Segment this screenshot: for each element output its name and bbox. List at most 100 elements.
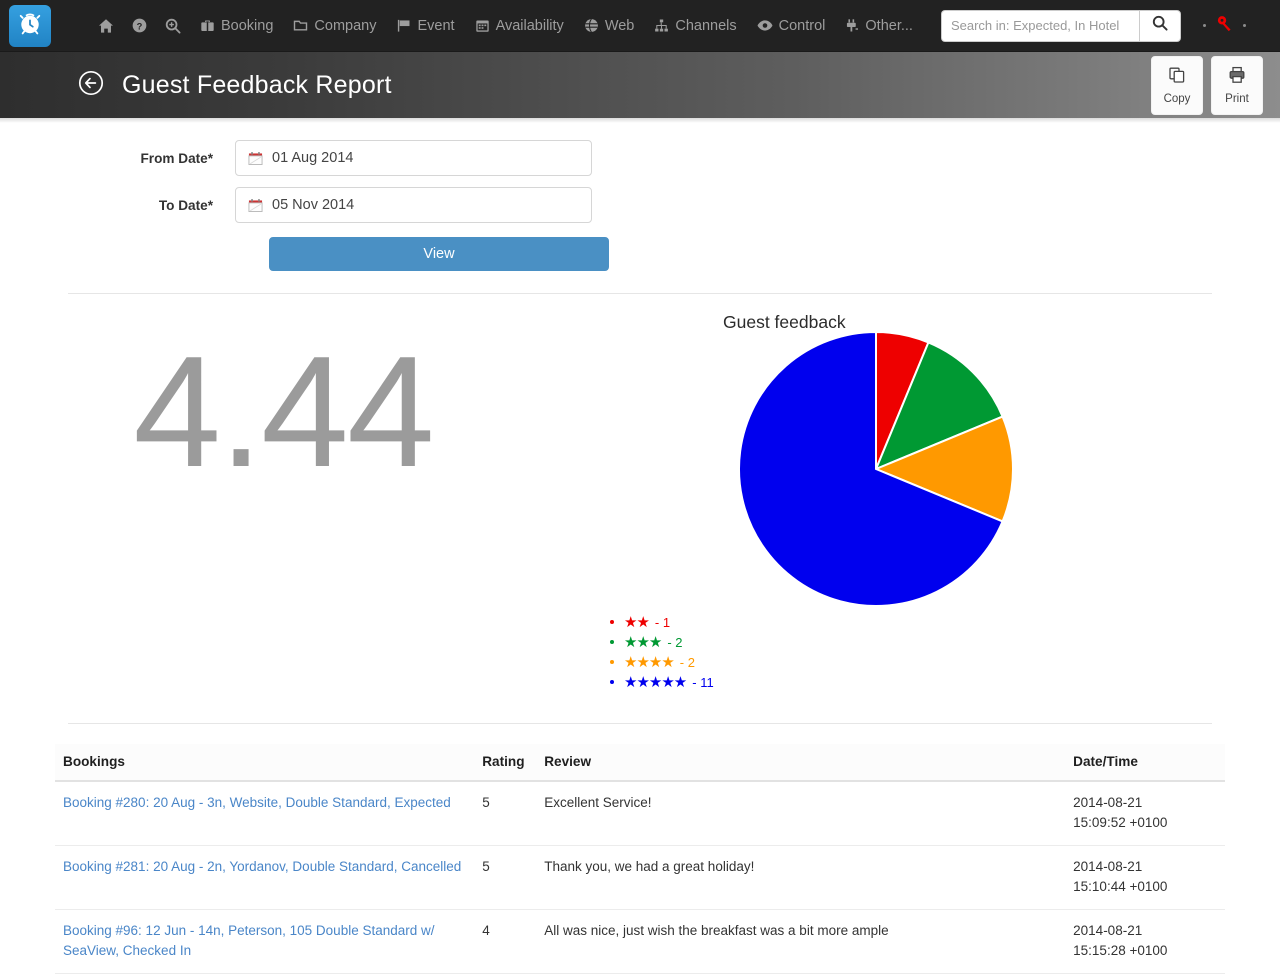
booking-link[interactable]: Booking #280: 20 Aug - 3n, Website, Doub… — [63, 795, 451, 810]
table-header-row: Bookings Rating Review Date/Time — [55, 744, 1225, 782]
nav-item-home[interactable] — [89, 12, 123, 40]
chart-legend: ★★ - 1 ★★★ - 2 ★★★★ - 2 ★★★★★ - 11 — [610, 612, 714, 692]
legend-count: - 11 — [692, 674, 714, 690]
search-icon — [1152, 15, 1168, 36]
column-header-rating: Rating — [474, 744, 537, 782]
table-body: Booking #280: 20 Aug - 3n, Website, Doub… — [55, 781, 1225, 974]
legend-stars: ★★★★★ — [624, 673, 687, 691]
nav-label-event: Event — [417, 17, 455, 34]
header-shadow — [0, 118, 1280, 123]
svg-text:?: ? — [137, 21, 143, 31]
average-rating-value: 4.44 — [133, 324, 435, 500]
review-time: 15:09:52 +0100 — [1073, 814, 1168, 830]
nav-item-booking[interactable]: Booking — [190, 12, 283, 40]
nav-item-control[interactable]: Control — [747, 12, 836, 40]
from-date-row: From Date* 01 Aug 2014 — [0, 140, 1280, 176]
booking-link[interactable]: Booking #96: 12 Jun - 14n, Peterson, 105… — [63, 923, 435, 958]
calendar-icon — [248, 151, 263, 166]
legend-count: - 2 — [667, 634, 683, 650]
from-date-label: From Date* — [140, 150, 213, 166]
table-row: Booking #281: 20 Aug - 2n, Yordanov, Dou… — [55, 845, 1225, 910]
copy-button-label: Copy — [1163, 92, 1191, 105]
copy-icon — [1168, 66, 1186, 89]
legend-item[interactable]: ★★ - 1 — [610, 612, 714, 632]
search-button[interactable] — [1138, 9, 1181, 42]
view-row: View — [0, 237, 1280, 271]
printer-icon — [1228, 66, 1246, 89]
brand-logo[interactable] — [9, 4, 51, 47]
search-group — [940, 9, 1181, 42]
legend-stars: ★★ — [624, 613, 650, 631]
calendar-icon — [475, 18, 490, 33]
nav-items: ? Booking Company Event Availability Web… — [89, 12, 923, 40]
to-date-row: To Date* 05 Nov 2014 — [0, 187, 1280, 223]
search-input[interactable] — [940, 9, 1139, 42]
to-date-value: 05 Nov 2014 — [272, 197, 355, 213]
booking-link[interactable]: Booking #281: 20 Aug - 2n, Yordanov, Dou… — [63, 859, 461, 874]
status-dot-right — [1242, 24, 1246, 27]
from-date-input[interactable]: 01 Aug 2014 — [235, 140, 592, 176]
nav-label-channels: Channels — [675, 17, 737, 34]
rating-value: 5 — [474, 781, 537, 846]
guest-feedback-pie-chart — [735, 328, 1017, 615]
divider-bottom — [68, 723, 1212, 724]
print-button[interactable]: Print — [1211, 55, 1263, 115]
review-date: 2014-08-21 — [1073, 795, 1143, 810]
nav-item-company[interactable]: Company — [283, 12, 386, 40]
sitemap-icon — [654, 18, 669, 33]
folder-icon — [293, 18, 308, 33]
legend-item[interactable]: ★★★★ - 2 — [610, 652, 714, 672]
nav-item-channels[interactable]: Channels — [644, 12, 746, 40]
calendar-icon — [248, 198, 263, 213]
table-head: Bookings Rating Review Date/Time — [55, 744, 1225, 782]
pie-svg — [738, 330, 1015, 607]
nav-item-web[interactable]: Web — [574, 12, 645, 40]
back-button[interactable] — [78, 70, 104, 101]
table-row: Booking #280: 20 Aug - 3n, Website, Doub… — [55, 781, 1225, 846]
nav-item-search-zoom[interactable] — [156, 12, 190, 40]
nav-label-control: Control — [778, 17, 826, 34]
nav-label-other: Other... — [865, 17, 913, 34]
globe-icon — [584, 18, 599, 33]
legend-bullet-icon — [610, 640, 614, 644]
nav-label-availability: Availability — [495, 17, 564, 34]
rating-value: 4 — [474, 909, 537, 974]
page-header-bar: Guest Feedback Report Copy Print — [0, 52, 1280, 118]
review-date: 2014-08-21 — [1073, 858, 1143, 874]
key-icon[interactable] — [1215, 14, 1234, 38]
plug-icon — [845, 18, 859, 33]
legend-bullet-icon — [610, 680, 614, 684]
column-header-datetime: Date/Time — [1065, 744, 1225, 782]
copy-button[interactable]: Copy — [1151, 55, 1203, 115]
flag-icon — [396, 18, 411, 33]
header-actions: Copy Print — [1151, 55, 1263, 115]
help-circle-icon: ? — [132, 18, 147, 33]
eye-icon — [757, 18, 773, 33]
view-button[interactable]: View — [269, 237, 609, 271]
legend-bullet-icon — [610, 660, 614, 664]
nav-label-web: Web — [604, 17, 635, 34]
zoom-in-icon — [165, 18, 181, 34]
print-button-label: Print — [1225, 92, 1249, 105]
review-time: 15:15:28 +0100 — [1073, 942, 1168, 958]
legend-stars: ★★★ — [624, 633, 662, 651]
feedback-table: Bookings Rating Review Date/Time Booking… — [55, 744, 1225, 974]
nav-item-event[interactable]: Event — [386, 12, 464, 40]
filter-form: From Date* 01 Aug 2014 To Date* 05 Nov 2… — [0, 140, 1280, 271]
legend-item[interactable]: ★★★ - 2 — [610, 632, 714, 652]
to-date-input[interactable]: 05 Nov 2014 — [235, 187, 592, 223]
arrow-left-circle-icon — [78, 70, 104, 101]
home-icon — [98, 18, 114, 34]
nav-item-help[interactable]: ? — [123, 12, 156, 39]
nav-item-other[interactable]: Other... — [835, 12, 923, 40]
rating-value: 5 — [474, 845, 537, 910]
review-text: Excellent Service! — [536, 781, 1066, 846]
legend-item[interactable]: ★★★★★ - 11 — [610, 672, 714, 692]
from-date-value: 01 Aug 2014 — [272, 150, 354, 166]
to-date-label: To Date* — [158, 197, 213, 213]
alarm-clock-icon — [17, 10, 43, 41]
review-text: All was nice, just wish the breakfast wa… — [536, 909, 1066, 974]
nav-item-availability[interactable]: Availability — [465, 12, 574, 40]
divider-top — [68, 293, 1212, 294]
review-time: 15:10:44 +0100 — [1073, 878, 1168, 894]
